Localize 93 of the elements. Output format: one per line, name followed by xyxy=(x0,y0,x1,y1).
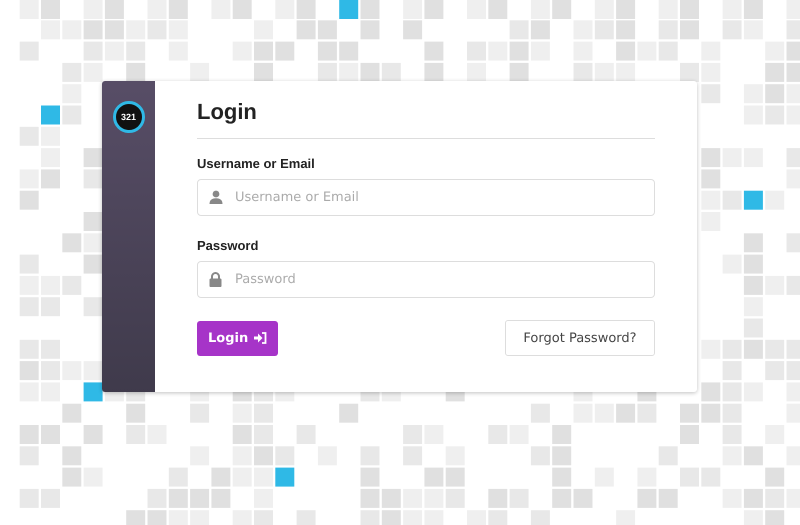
background-tile xyxy=(20,425,39,444)
background-tile xyxy=(424,468,444,487)
background-tile xyxy=(552,488,572,508)
background-tile xyxy=(382,62,401,82)
background-tile xyxy=(403,20,422,40)
background-tile xyxy=(765,468,784,487)
highlight-tile xyxy=(744,190,763,210)
background-tile xyxy=(744,276,763,295)
background-tile xyxy=(232,0,252,19)
sign-in-icon xyxy=(254,332,268,344)
background-tile xyxy=(232,425,252,444)
background-tile xyxy=(62,446,82,466)
background-tile xyxy=(510,62,529,82)
background-tile xyxy=(62,233,82,252)
background-tile xyxy=(84,425,103,444)
lock-icon xyxy=(209,272,222,287)
highlight-tile xyxy=(41,106,60,124)
background-tile xyxy=(616,62,636,82)
background-tile xyxy=(20,190,39,210)
background-tile xyxy=(168,0,188,19)
background-tile xyxy=(360,62,380,82)
background-tile xyxy=(552,425,572,444)
background-tile xyxy=(84,233,103,252)
background-tile xyxy=(574,488,592,508)
background-tile xyxy=(84,62,103,82)
background-tile xyxy=(424,62,444,82)
background-tile xyxy=(84,254,103,274)
background-tile xyxy=(211,468,230,487)
background-tile xyxy=(552,0,572,19)
input-field[interactable]: Username or Email xyxy=(197,179,655,216)
background-tile xyxy=(616,20,636,40)
field-label: Password xyxy=(197,238,260,253)
background-tile xyxy=(424,42,444,61)
forgot-password-button[interactable]: Forgot Password? xyxy=(505,320,655,356)
background-tile xyxy=(530,0,550,19)
background-tile xyxy=(126,404,146,423)
background-tile xyxy=(339,404,358,423)
background-tile xyxy=(84,169,103,188)
background-tile xyxy=(765,84,784,104)
background-tile xyxy=(84,148,103,168)
background-tile xyxy=(339,62,358,82)
background-tile xyxy=(382,510,401,525)
background-tile xyxy=(62,468,82,487)
login-button[interactable]: Login xyxy=(197,320,278,356)
field-label: Username or Email xyxy=(197,156,316,171)
background-tile xyxy=(552,446,572,466)
background-tile xyxy=(594,62,614,82)
highlight-tile xyxy=(275,468,294,487)
highlight-tile xyxy=(339,0,358,19)
background-tile xyxy=(275,42,294,61)
background-tile xyxy=(168,488,188,508)
background-tile xyxy=(318,62,337,82)
background-tile xyxy=(41,0,60,19)
background-tile xyxy=(701,382,720,402)
background-tile xyxy=(84,297,103,316)
background-tile xyxy=(488,0,508,19)
background-tile xyxy=(765,62,784,82)
background-tile xyxy=(701,404,720,423)
highlight-tile xyxy=(84,382,103,402)
background-tile xyxy=(84,212,103,231)
background-tile xyxy=(168,20,188,40)
background-tile xyxy=(360,0,380,19)
user-icon xyxy=(209,190,223,204)
background-tile xyxy=(680,62,699,82)
background-tile xyxy=(126,510,146,525)
page-title: Login xyxy=(197,99,655,139)
background-tile xyxy=(41,425,60,444)
background-tile xyxy=(680,0,699,19)
background-tile xyxy=(658,488,678,508)
background-tile xyxy=(126,62,146,82)
background-tile xyxy=(616,0,636,19)
background-tile xyxy=(382,488,401,508)
background-tile xyxy=(446,468,465,487)
logo: 321 xyxy=(112,101,144,133)
background-tile xyxy=(62,404,82,423)
input-field[interactable]: Password xyxy=(197,261,655,298)
background-tile xyxy=(680,404,699,423)
background-tile xyxy=(701,148,720,168)
background-tile xyxy=(680,425,699,444)
background-tile xyxy=(148,510,166,525)
background-tile xyxy=(744,233,763,252)
background-tile xyxy=(488,488,508,508)
background-tile xyxy=(254,446,273,466)
background-tile xyxy=(318,42,337,61)
background-tile xyxy=(339,42,358,61)
background-tile xyxy=(20,361,39,380)
background-tile xyxy=(84,361,103,380)
background-tile xyxy=(296,0,316,19)
background-tile xyxy=(637,488,656,508)
background-tile xyxy=(552,468,572,487)
background-tile xyxy=(701,169,720,188)
background-tile xyxy=(190,62,210,82)
background-tile xyxy=(765,510,784,525)
